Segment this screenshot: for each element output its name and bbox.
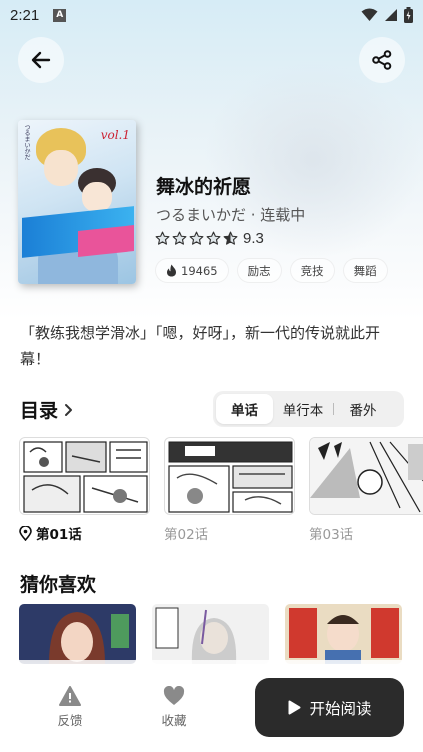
- tag-chip[interactable]: 励志: [236, 258, 282, 283]
- warning-icon: [59, 686, 81, 706]
- recommend-cover[interactable]: [285, 604, 402, 664]
- heat-badge: 19465: [155, 258, 229, 283]
- feedback-button[interactable]: 反馈: [45, 686, 95, 729]
- start-reading-button[interactable]: 开始阅读: [255, 678, 404, 737]
- chapter-label: 第02话: [164, 527, 209, 543]
- status-icons: [361, 7, 413, 23]
- cover-art-face-2: [82, 182, 112, 212]
- favorite-label: 收藏: [161, 713, 187, 728]
- cover-author-text: つるまいかだ: [23, 124, 30, 160]
- author-status: つるまいかだ · 连载中: [156, 206, 306, 224]
- rating-row: 9.3: [155, 230, 264, 247]
- recommend-title: 猜你喜欢: [20, 574, 97, 596]
- star-icon: [206, 231, 221, 245]
- tab-volume[interactable]: 单行本: [273, 394, 333, 424]
- heat-value: 19465: [181, 263, 218, 278]
- share-button[interactable]: [359, 37, 405, 83]
- back-button[interactable]: [18, 37, 64, 83]
- star-half-icon: [223, 231, 238, 245]
- play-icon: [288, 700, 301, 715]
- location-pin-icon: [19, 525, 32, 541]
- recommend-list: [19, 604, 402, 664]
- cover-art-face-1: [44, 150, 78, 186]
- catalog-title: 目录: [20, 400, 59, 422]
- chapter-thumbnail: [19, 437, 150, 515]
- chapter-list: 第01话 第02话 第03话: [19, 437, 423, 543]
- catalog-tabs: 单话 单行本 番外: [213, 391, 404, 427]
- chapter-item[interactable]: 第03话: [309, 437, 423, 543]
- chevron-right-icon: [65, 403, 73, 416]
- tab-extra[interactable]: 番外: [334, 394, 392, 424]
- status-bar: 2:21 A: [0, 0, 423, 30]
- manga-title: 舞冰的祈愿: [156, 176, 252, 198]
- battery-icon: [404, 7, 413, 23]
- recommend-cover[interactable]: [152, 604, 269, 664]
- chapter-thumbnail: [164, 437, 295, 515]
- tag-list: 19465 励志 竞技 舞蹈: [155, 258, 388, 283]
- feedback-label: 反馈: [57, 713, 83, 728]
- tag-chip[interactable]: 竞技: [289, 258, 335, 283]
- arrow-left-icon: [31, 51, 51, 69]
- catalog-header[interactable]: 目录: [20, 396, 73, 423]
- notification-a-icon: A: [53, 8, 67, 22]
- signal-icon: [385, 9, 397, 21]
- chapter-thumbnail: [309, 437, 423, 515]
- start-reading-label: 开始阅读: [309, 699, 372, 718]
- chapter-label: 第01话: [19, 524, 150, 543]
- star-icon: [172, 231, 187, 245]
- status-time: 2:21: [10, 6, 40, 24]
- chapter-label: 第03话: [309, 527, 354, 543]
- cover-volume: vol.1: [100, 128, 130, 142]
- tag-chip[interactable]: 舞蹈: [342, 258, 388, 283]
- manga-summary: 「教练我想学滑冰」「嗯，好呀」，新一代的传说就此开幕！: [20, 324, 381, 368]
- flame-icon: [167, 264, 176, 277]
- star-icon: [189, 231, 204, 245]
- favorite-button[interactable]: 收藏: [149, 686, 199, 729]
- heart-icon: [163, 686, 185, 705]
- recommend-cover[interactable]: [19, 604, 136, 664]
- share-icon: [372, 50, 392, 70]
- chapter-item[interactable]: 第02话: [164, 437, 295, 543]
- wifi-icon: [361, 8, 378, 21]
- tab-single-chapter[interactable]: 单话: [216, 394, 273, 424]
- rating-value: 9.3: [243, 230, 264, 247]
- cover-logo-accent: [78, 225, 134, 257]
- manga-cover[interactable]: つるまいかだ vol.1: [18, 120, 136, 284]
- chapter-item[interactable]: 第01话: [19, 437, 150, 543]
- star-icon: [155, 231, 170, 245]
